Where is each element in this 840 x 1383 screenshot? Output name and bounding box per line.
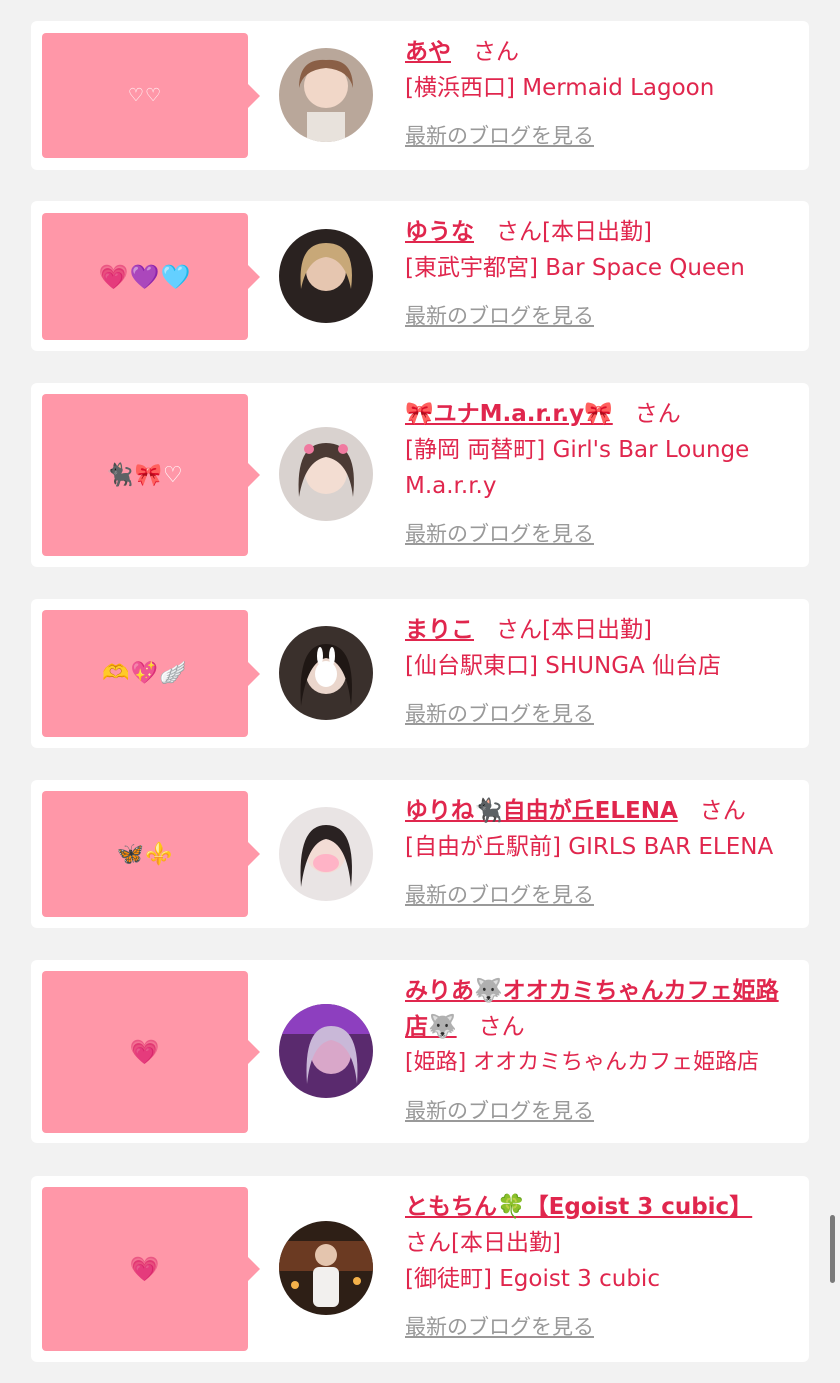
avatar[interactable] [279, 1004, 373, 1098]
shop-name: [東武宇都宮] Bar Space Queen [405, 255, 745, 281]
cast-name-link[interactable]: ともちん🍀【Egoist 3 cubic】 [405, 1194, 752, 1220]
blog-card: 🐈‍⬛🎀♡ 🎀ユナM.a.r.r.y🎀 さん [静岡 両替町] Girl's Ba… [31, 383, 809, 567]
latest-blog-link[interactable]: 最新のブログを見る [405, 1309, 594, 1345]
avatar[interactable] [279, 229, 373, 323]
shop-name: [御徒町] Egoist 3 cubic [405, 1266, 660, 1292]
latest-blog-link[interactable]: 最新のブログを見る [405, 877, 594, 913]
cast-name-link[interactable]: ゆりね🐈‍⬛自由が丘ELENA [405, 798, 678, 824]
comment-text: 💗 [129, 1255, 161, 1283]
comment-bubble: 💗💜🩵 [42, 213, 260, 340]
honorific: さん [699, 798, 746, 824]
latest-blog-link[interactable]: 最新のブログを見る [405, 696, 594, 732]
blog-card: 💗 ともちん🍀【Egoist 3 cubic】 さん[本日出勤] [御徒町] E… [31, 1176, 809, 1362]
blog-card: 💗💜🩵 ゆうな さん[本日出勤] [東武宇都宮] Bar Space Queen … [31, 201, 809, 351]
comment-bubble: 💗 [42, 1187, 260, 1351]
shop-name: [横浜西口] Mermaid Lagoon [405, 75, 715, 101]
comment-text: 💗 [129, 1038, 161, 1066]
avatar[interactable] [279, 1221, 373, 1315]
status-badge: [本日出勤] [451, 1230, 561, 1256]
honorific: さん [634, 401, 681, 427]
comment-text: 🐈‍⬛🎀♡ [106, 462, 184, 488]
card-info: みりあ🐺オオカミちゃんカフェ姫路店🐺 さん [姫路] オオカミちゃんカフェ姫路店 … [405, 973, 801, 1129]
blog-card: 🫶💖🪽 まりこ さん[本日出勤] [仙台駅東口] SHUNGA 仙台店 最新のブロ… [31, 599, 809, 748]
status-badge: [本日出勤] [542, 219, 652, 245]
comment-bubble: ♡♡ [42, 33, 260, 158]
comment-text: ♡♡ [127, 85, 163, 106]
avatar[interactable] [279, 427, 373, 521]
comment-text: 🦋⚜️ [116, 841, 174, 867]
card-info: ともちん🍀【Egoist 3 cubic】 さん[本日出勤] [御徒町] Ego… [405, 1189, 801, 1345]
comment-text: 💗💜🩵 [98, 262, 192, 291]
cast-name-link[interactable]: まりこ [405, 617, 474, 643]
shop-name: [静岡 両替町] Girl's Bar Lounge M.a.r.r.y [405, 437, 750, 499]
blog-card: ♡♡ あや さん [横浜西口] Mermaid Lagoon 最新のブログを見る [31, 21, 809, 170]
latest-blog-link[interactable]: 最新のブログを見る [405, 298, 594, 334]
cast-name-link[interactable]: みりあ🐺オオカミちゃんカフェ姫路店🐺 [405, 978, 779, 1040]
blog-card: 💗 みりあ🐺オオカミちゃんカフェ姫路店🐺 さん [姫路] オオカミちゃんカフェ姫路… [31, 960, 809, 1143]
card-info: ゆりね🐈‍⬛自由が丘ELENA さん [自由が丘駅前] GIRLS BAR ELE… [405, 793, 801, 913]
cast-name-link[interactable]: 🎀ユナM.a.r.r.y🎀 [405, 401, 613, 427]
shop-name: [仙台駅東口] SHUNGA 仙台店 [405, 653, 722, 679]
comment-bubble: 🫶💖🪽 [42, 610, 260, 737]
card-info: まりこ さん[本日出勤] [仙台駅東口] SHUNGA 仙台店 最新のブログを見る [405, 612, 801, 732]
cast-name-link[interactable]: あや [405, 39, 451, 65]
honorific: さん [478, 1014, 525, 1040]
avatar[interactable] [279, 48, 373, 142]
honorific: さん [473, 39, 519, 65]
blog-card: 🦋⚜️ ゆりね🐈‍⬛自由が丘ELENA さん [自由が丘駅前] GIRLS BAR… [31, 780, 809, 928]
cast-name-link[interactable]: ゆうな [405, 219, 474, 245]
scrollbar[interactable] [830, 1215, 835, 1283]
status-badge: [本日出勤] [542, 617, 652, 643]
latest-blog-link[interactable]: 最新のブログを見る [405, 118, 594, 154]
comment-bubble: 🐈‍⬛🎀♡ [42, 394, 260, 556]
honorific: さん [496, 617, 542, 643]
comment-bubble: 🦋⚜️ [42, 791, 260, 917]
avatar[interactable] [279, 807, 373, 901]
honorific: さん [496, 219, 542, 245]
card-info: ゆうな さん[本日出勤] [東武宇都宮] Bar Space Queen 最新のブ… [405, 214, 801, 334]
card-info: あや さん [横浜西口] Mermaid Lagoon 最新のブログを見る [405, 34, 801, 154]
honorific: さん [405, 1230, 451, 1256]
shop-name: [自由が丘駅前] GIRLS BAR ELENA [405, 834, 774, 860]
shop-name: [姫路] オオカミちゃんカフェ姫路店 [405, 1050, 760, 1075]
latest-blog-link[interactable]: 最新のブログを見る [405, 516, 594, 552]
comment-text: 🫶💖🪽 [102, 661, 188, 686]
avatar[interactable] [279, 626, 373, 720]
latest-blog-link[interactable]: 最新のブログを見る [405, 1093, 594, 1129]
card-info: 🎀ユナM.a.r.r.y🎀 さん [静岡 両替町] Girl's Bar Loun… [405, 396, 801, 552]
comment-bubble: 💗 [42, 971, 260, 1133]
